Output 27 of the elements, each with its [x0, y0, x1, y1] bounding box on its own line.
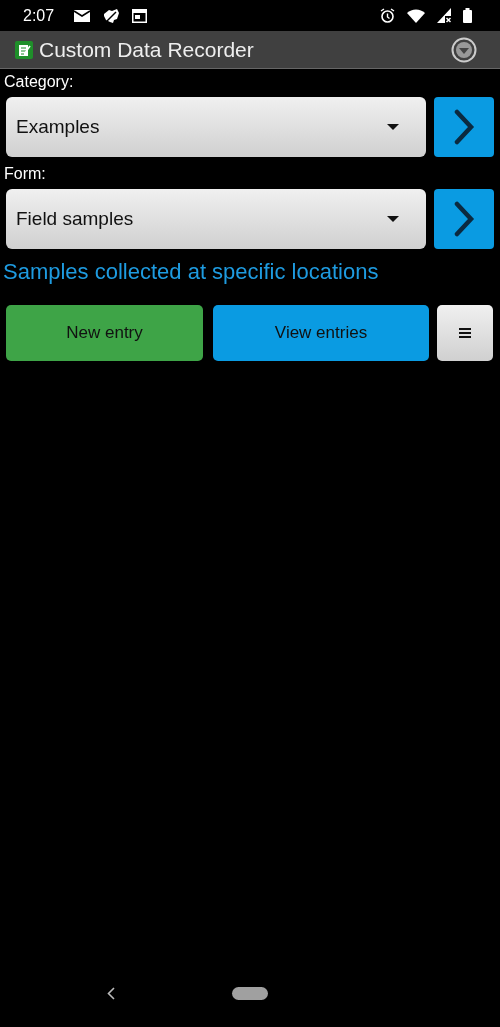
form-description: Samples collected at specific locations [2, 258, 380, 286]
wifi-icon [407, 8, 425, 23]
home-pill[interactable] [232, 986, 268, 1000]
alarm-icon [380, 8, 395, 23]
caret-icon [387, 124, 399, 130]
app-icon [15, 40, 33, 59]
menu-icon [459, 328, 471, 338]
new-entry-button[interactable]: New entry [6, 305, 203, 361]
dropdown-field[interactable]: Examples [6, 97, 426, 157]
chevron-right-icon [453, 201, 475, 237]
next-button[interactable] [434, 189, 494, 249]
chevron-right-icon [453, 109, 475, 145]
menu-button[interactable] [437, 305, 493, 361]
dropdown-menu-icon[interactable] [451, 36, 477, 63]
clock-time: 2:07 [23, 6, 55, 25]
view-entries-button[interactable]: View entries [213, 305, 429, 361]
back-icon[interactable] [107, 986, 115, 1000]
battery-icon [463, 8, 472, 23]
field-label: Category: [3, 72, 75, 92]
field-label: Form: [3, 164, 47, 184]
calendar-icon [132, 8, 148, 23]
dropdown-field[interactable]: Field samples [6, 189, 426, 249]
mail-icon [74, 9, 91, 22]
signal-icon [437, 8, 451, 23]
caret-icon [387, 216, 399, 222]
next-button[interactable] [434, 97, 494, 157]
app-title: Custom Data Recorder [39, 37, 255, 62]
